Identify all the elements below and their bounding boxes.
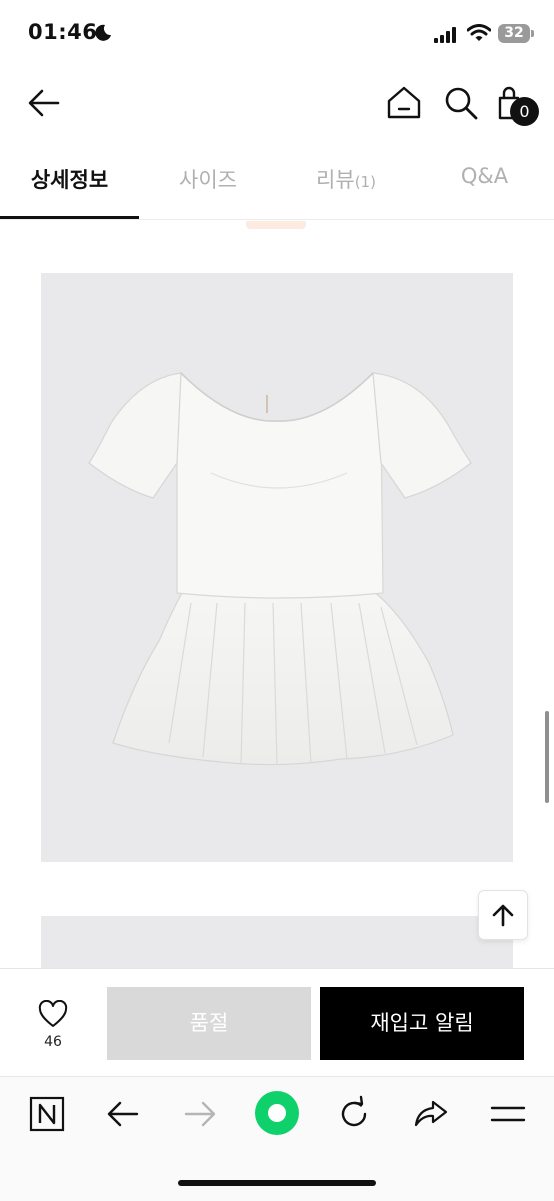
tab-qna[interactable]: Q&A: [415, 164, 554, 188]
tab-review[interactable]: 리뷰(1): [277, 164, 415, 194]
tab-label: 상세정보: [30, 168, 109, 192]
back-icon[interactable]: [103, 1094, 143, 1134]
forward-icon[interactable]: [180, 1094, 220, 1134]
tab-label: 사이즈: [179, 168, 237, 192]
wishlist-button[interactable]: 46: [20, 996, 86, 1056]
share-icon[interactable]: [411, 1094, 451, 1134]
green-dot-icon[interactable]: [255, 1091, 299, 1135]
review-count: (1): [354, 173, 376, 191]
tab-label: 리뷰: [316, 168, 355, 192]
tab-label: Q&A: [460, 164, 509, 188]
signal-icon: [434, 27, 456, 43]
next-product-image: [41, 916, 513, 968]
sold-out-button: 품절: [107, 987, 311, 1060]
decorative-strip: [246, 221, 306, 229]
moon-icon: [95, 24, 111, 41]
menu-icon[interactable]: [488, 1094, 528, 1134]
tab-size[interactable]: 사이즈: [139, 164, 277, 194]
home-indicator: [178, 1180, 376, 1186]
product-image: [41, 273, 513, 862]
refresh-icon[interactable]: [334, 1094, 374, 1134]
scroll-to-top-button[interactable]: [478, 890, 528, 940]
tab-detail-info[interactable]: 상세정보: [0, 164, 139, 194]
dress-illustration: [88, 371, 472, 766]
heart-icon: [38, 999, 68, 1027]
wish-count: 46: [44, 1034, 62, 1050]
arrow-up-icon: [492, 904, 514, 927]
tab-divider: [0, 219, 554, 220]
search-icon[interactable]: [442, 84, 480, 122]
battery-icon: 32: [498, 24, 530, 43]
scroll-indicator[interactable]: [545, 711, 549, 803]
status-time: 01:46: [28, 20, 98, 44]
wifi-icon: [467, 24, 491, 41]
restock-alert-button[interactable]: 재입고 알림: [320, 987, 524, 1060]
battery-tip: [531, 30, 534, 37]
green-dot-center: [268, 1104, 286, 1122]
back-arrow-icon[interactable]: [26, 86, 62, 122]
cart-count-badge: 0: [510, 97, 539, 126]
naver-n-icon[interactable]: [27, 1094, 67, 1134]
home-icon[interactable]: [385, 84, 423, 122]
